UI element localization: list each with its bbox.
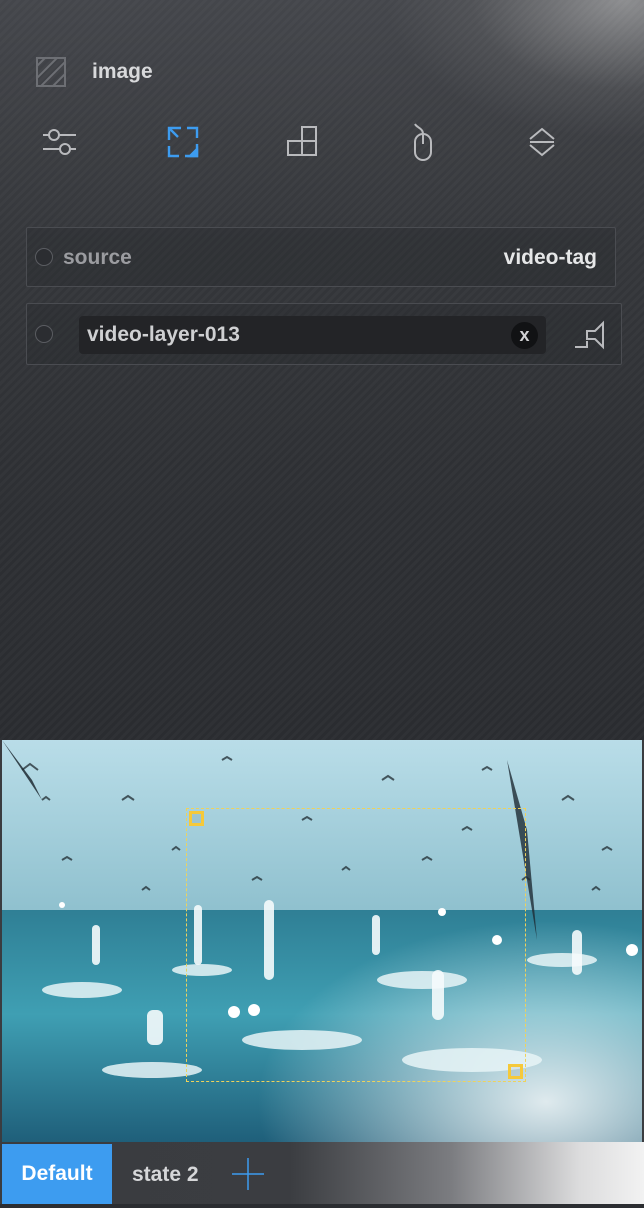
mouse-icon xyxy=(414,123,432,161)
sliders-icon xyxy=(43,129,76,155)
source-label: source xyxy=(63,246,132,269)
panel-header: image xyxy=(36,56,153,88)
tab-default[interactable]: Default xyxy=(2,1144,112,1204)
source-radio[interactable] xyxy=(35,248,53,266)
sliders-tab[interactable] xyxy=(36,118,84,166)
video-layer-name: video-layer-013 xyxy=(87,323,240,346)
video-layer-field[interactable]: video-layer-013 x xyxy=(79,316,546,354)
speaker-icon[interactable] xyxy=(573,319,607,351)
expand-collapse-icon xyxy=(529,127,555,157)
video-layer-row[interactable]: video-layer-013 x xyxy=(26,303,622,365)
clear-layer-button[interactable]: x xyxy=(511,322,538,349)
source-row[interactable]: source video-tag xyxy=(26,227,616,287)
selection-handle-top-left[interactable] xyxy=(189,811,204,826)
selection-box[interactable] xyxy=(186,808,526,1082)
layout-tab[interactable] xyxy=(278,118,326,166)
property-toolbar xyxy=(0,118,644,166)
layout-blocks-icon xyxy=(287,126,317,156)
layer-radio[interactable] xyxy=(35,325,53,343)
element-type-title: image xyxy=(92,60,153,83)
selection-handle-bottom-right[interactable] xyxy=(508,1064,523,1079)
resize-tab[interactable] xyxy=(159,118,207,166)
source-value[interactable]: video-tag xyxy=(504,228,597,288)
interaction-tab[interactable] xyxy=(399,118,447,166)
properties-panel: image source video-tag video-layer-013 x xyxy=(0,0,644,740)
hatched-square-icon xyxy=(36,57,66,87)
tab-state-2[interactable]: state 2 xyxy=(132,1142,199,1204)
plus-icon[interactable] xyxy=(232,1158,264,1190)
expand-tab[interactable] xyxy=(518,118,566,166)
resize-frame-icon xyxy=(167,126,199,158)
state-tabs: Default state 2 xyxy=(0,1142,644,1204)
